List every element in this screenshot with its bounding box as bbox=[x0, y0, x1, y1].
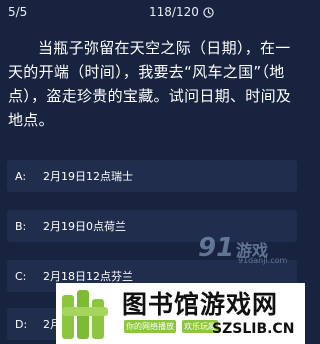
option-text: 2月19日12点瑞士 bbox=[43, 170, 133, 183]
site-banner: 图书馆游戏网 你的网络播放 欢乐玩趣 SZSLIB.CN bbox=[56, 283, 305, 344]
option-letter: B: bbox=[15, 219, 27, 233]
option-letter: D: bbox=[15, 317, 28, 331]
option-letter: A: bbox=[15, 169, 27, 183]
question-text: 当瓶子弥留在天空之际（日期），在一天的开端（时间），我要去“风车之国”（地点），… bbox=[8, 39, 292, 129]
watermark-mark: 91 bbox=[198, 233, 235, 263]
option-letter: C: bbox=[15, 269, 27, 283]
banner-tag: 你的网络播放 bbox=[124, 320, 176, 333]
timer: 118/120 bbox=[149, 5, 214, 19]
header-bar: 5/5 118/120 bbox=[0, 0, 305, 26]
banner-title: 图书馆游戏网 bbox=[122, 290, 279, 319]
banner-tags: 你的网络播放 欢乐玩趣 bbox=[124, 320, 218, 333]
clock-icon bbox=[203, 6, 214, 18]
option-text: 2月18日12点芬兰 bbox=[43, 270, 133, 283]
option-text: 2月19日0点荷兰 bbox=[43, 220, 126, 233]
site-logo-icon bbox=[62, 290, 108, 339]
timer-value: 118/120 bbox=[149, 5, 199, 19]
site-watermark: 91 游戏 91danji.com bbox=[198, 233, 293, 269]
question-progress: 5/5 bbox=[8, 5, 28, 19]
option-a[interactable]: A: 2月19日12点瑞士 bbox=[7, 160, 297, 192]
watermark-url: 91danji.com bbox=[238, 256, 288, 265]
banner-url: SZSLIB.CN bbox=[212, 321, 295, 337]
